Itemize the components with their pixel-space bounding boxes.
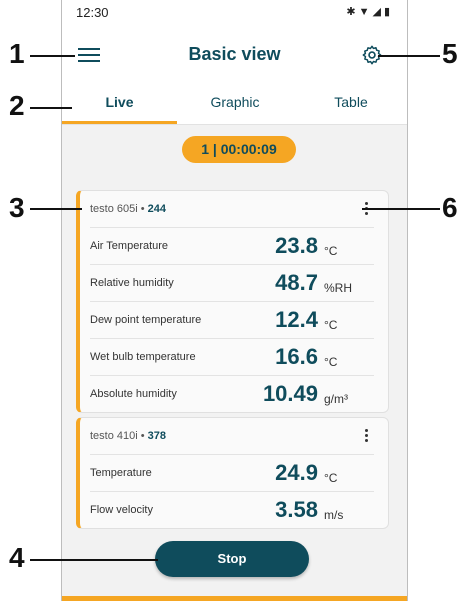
callout-line-5 <box>378 55 440 57</box>
reading-label: Wet bulb temperature <box>90 351 196 363</box>
reading-unit: m/s <box>324 508 344 522</box>
device-model: testo 410i <box>90 430 138 442</box>
device-name: testo 410i • 378 <box>90 430 167 442</box>
status-time: 12:30 <box>76 5 109 20</box>
callout-line-6 <box>362 208 440 210</box>
card-header: testo 410i • 378 <box>90 418 374 455</box>
wifi-icon: ▼ <box>358 6 373 18</box>
reading-label: Relative humidity <box>90 277 174 289</box>
tab-live[interactable]: Live <box>62 88 177 124</box>
device-name: testo 605i • 244 <box>90 203 167 215</box>
device-card-testo-410i: testo 410i • 378 Temperature 24.9 °C Flo… <box>76 417 389 529</box>
phone-screen: 12:30 ✱▼◢▮ Basic view Live Graphic Table… <box>61 0 408 601</box>
reading-row: Wet bulb temperature 16.6 °C <box>90 339 374 376</box>
reading-label: Dew point temperature <box>90 314 202 326</box>
reading-value: 3.58 <box>275 497 318 522</box>
reading-row: Temperature 24.9 °C <box>90 455 374 492</box>
status-bar: 12:30 ✱▼◢▮ <box>62 0 407 26</box>
callout-1: 1 <box>9 38 25 69</box>
reading-unit: °C <box>324 244 338 258</box>
device-serial: 378 <box>147 430 167 442</box>
reading-unit: °C <box>324 355 338 369</box>
callout-line-1 <box>30 55 75 57</box>
tab-graphic[interactable]: Graphic <box>177 88 293 124</box>
reading-unit: %RH <box>324 281 353 295</box>
reading-value: 23.8 <box>275 233 318 258</box>
reading-row: Dew point temperature 12.4 °C <box>90 302 374 339</box>
status-icons: ✱▼◢▮ <box>346 5 393 18</box>
reading-row: Absolute humidity 10.49 g/m³ <box>90 376 374 412</box>
callout-line-2 <box>30 107 72 109</box>
reading-row: Flow velocity 3.58 m/s <box>90 492 374 528</box>
reading-unit: g/m³ <box>324 392 348 406</box>
reading-row: Air Temperature 23.8 °C <box>90 228 374 265</box>
signal-icon: ◢ <box>372 6 384 18</box>
reading-value: 24.9 <box>275 460 318 485</box>
tab-bar: Live Graphic Table <box>62 88 407 125</box>
reading-label: Air Temperature <box>90 240 169 252</box>
callout-6: 6 <box>442 192 458 223</box>
app-bar: Basic view <box>62 30 407 80</box>
stop-button[interactable]: Stop <box>155 541 309 577</box>
measurement-timer: 1 | 00:00:09 <box>182 136 296 163</box>
callout-3: 3 <box>9 192 25 223</box>
reading-row: Relative humidity 48.7 %RH <box>90 265 374 302</box>
callout-4: 4 <box>9 542 25 573</box>
reading-value: 16.6 <box>275 344 318 369</box>
callout-line-4 <box>30 559 158 561</box>
reading-unit: °C <box>324 471 338 485</box>
page-title: Basic view <box>188 44 281 64</box>
callout-line-3 <box>30 208 82 210</box>
callout-5: 5 <box>442 38 458 69</box>
tab-table[interactable]: Table <box>293 88 407 124</box>
bluetooth-icon: ✱ <box>346 6 359 18</box>
live-content: 1 | 00:00:09 testo 605i • 244 Air Temper… <box>62 125 407 601</box>
device-serial: 244 <box>147 203 167 215</box>
reading-value: 12.4 <box>275 307 318 332</box>
card-header: testo 605i • 244 <box>90 191 374 228</box>
reading-label: Flow velocity <box>90 504 153 516</box>
reading-value: 10.49 <box>262 381 318 406</box>
reading-label: Absolute humidity <box>90 388 177 400</box>
device-model: testo 605i <box>90 203 138 215</box>
reading-value: 48.7 <box>275 270 318 295</box>
callout-2: 2 <box>9 90 25 121</box>
more-options-icon[interactable] <box>360 427 372 445</box>
device-card-testo-605i: testo 605i • 244 Air Temperature 23.8 °C… <box>76 190 389 413</box>
reading-label: Temperature <box>90 467 152 479</box>
bottom-accent-bar <box>62 596 407 601</box>
battery-icon: ▮ <box>383 6 393 18</box>
reading-unit: °C <box>324 318 338 332</box>
